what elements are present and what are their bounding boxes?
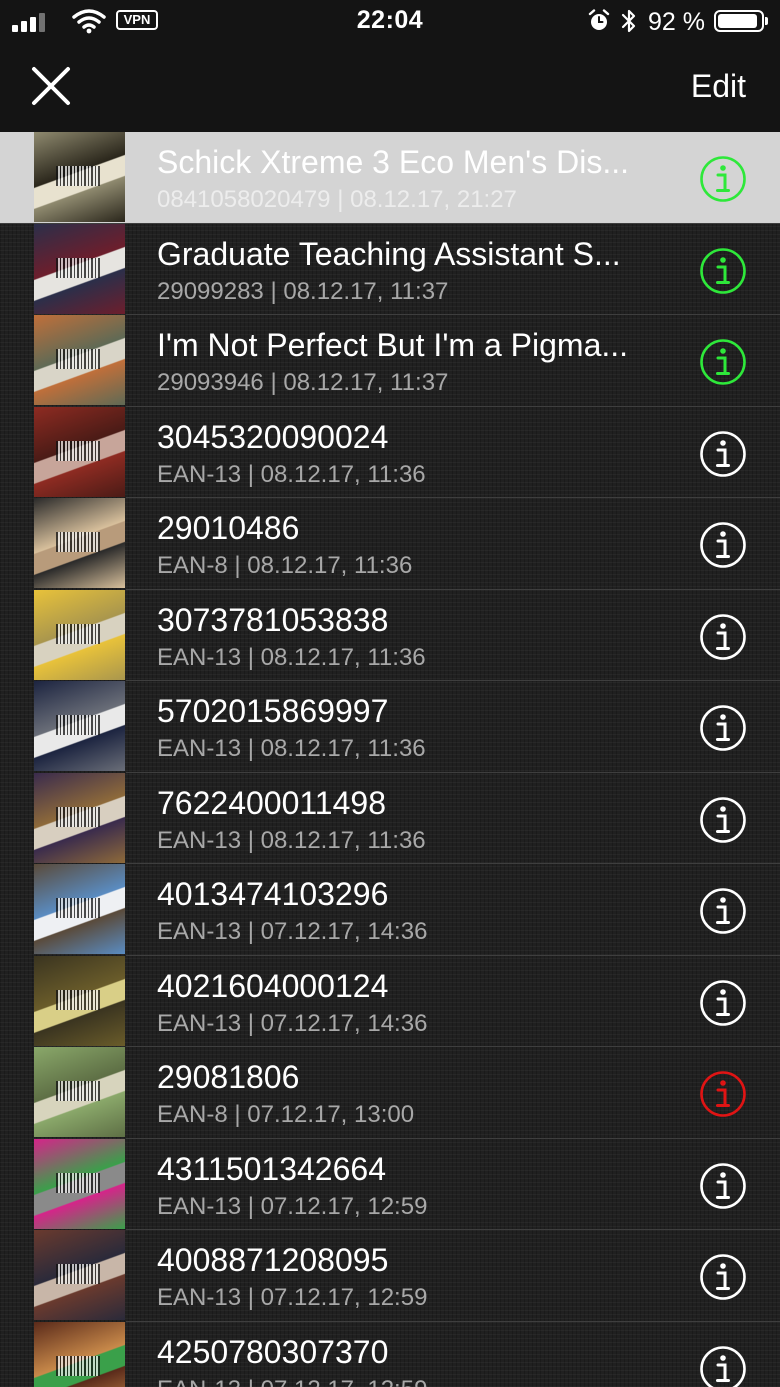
info-icon[interactable] <box>699 247 747 295</box>
item-title: 3045320090024 <box>157 418 389 455</box>
item-title: 4311501342664 <box>157 1150 386 1187</box>
status-bar: VPN 22:04 92 % <box>0 0 780 42</box>
list-item[interactable]: 4311501342664 EAN-13 | 07.12.17, 12:59 <box>0 1138 780 1230</box>
product-thumbnail <box>34 955 125 1046</box>
product-thumbnail <box>34 864 125 954</box>
item-subtitle: 0841058020479 | 08.12.17, 21:27 <box>157 186 517 213</box>
info-icon[interactable] <box>699 155 747 203</box>
barcode-image <box>56 1264 100 1284</box>
product-thumbnail <box>34 406 125 497</box>
barcode-image <box>56 1355 100 1376</box>
item-title: 4021604000124 <box>157 967 389 1004</box>
barcode-image <box>56 715 100 735</box>
item-subtitle: EAN-13 | 07.12.17, 12:59 <box>157 1192 428 1220</box>
item-subtitle: EAN-13 | 07.12.17, 12:59 <box>157 1376 427 1387</box>
navigation-bar: Edit <box>0 42 780 132</box>
info-icon[interactable] <box>699 1253 747 1301</box>
barcode-image <box>56 989 100 1010</box>
barcode-image <box>56 623 100 644</box>
item-title: 29081806 <box>157 1059 300 1095</box>
product-thumbnail <box>34 1047 125 1137</box>
item-title: Schick Xtreme 3 Eco Men's Dis... <box>157 144 630 180</box>
barcode-image <box>56 898 100 918</box>
battery-icon <box>714 10 768 32</box>
list-item[interactable]: 5702015869997 EAN-13 | 08.12.17, 11:36 <box>0 681 780 773</box>
item-title: I'm Not Perfect But I'm a Pigma... <box>157 327 629 363</box>
info-icon[interactable] <box>699 796 747 844</box>
product-thumbnail <box>34 772 125 863</box>
scan-history-list[interactable]: Schick Xtreme 3 Eco Men's Dis... 08410580… <box>0 132 780 1387</box>
list-item[interactable]: 29010486 EAN-8 | 08.12.17, 11:36 <box>0 498 780 590</box>
alarm-icon <box>588 9 610 30</box>
item-subtitle: EAN-13 | 08.12.17, 11:36 <box>157 735 426 762</box>
item-title: 3073781053838 <box>157 601 389 638</box>
list-item[interactable]: 29081806 EAN-8 | 07.12.17, 13:00 <box>0 1047 780 1139</box>
item-subtitle: EAN-13 | 07.12.17, 14:36 <box>157 918 428 945</box>
list-item[interactable]: 3073781053838 EAN-13 | 08.12.17, 11:36 <box>0 589 780 681</box>
item-subtitle: EAN-8 | 07.12.17, 13:00 <box>157 1101 415 1128</box>
list-item[interactable]: 7622400011498 EAN-13 | 08.12.17, 11:36 <box>0 772 780 864</box>
info-icon[interactable] <box>699 521 747 569</box>
list-item[interactable]: 3045320090024 EAN-13 | 08.12.17, 11:36 <box>0 406 780 498</box>
item-title: 4008871208095 <box>157 1242 389 1278</box>
product-thumbnail <box>34 498 125 588</box>
info-icon[interactable] <box>699 430 747 478</box>
product-thumbnail <box>34 589 125 680</box>
list-item[interactable]: Schick Xtreme 3 Eco Men's Dis... 08410580… <box>0 132 780 224</box>
barcode-image <box>56 349 100 369</box>
item-title: Graduate Teaching Assistant S... <box>157 235 621 272</box>
item-title: 29010486 <box>157 510 300 546</box>
barcode-image <box>56 1081 100 1101</box>
product-thumbnail <box>34 1230 125 1320</box>
info-icon[interactable] <box>699 704 747 752</box>
item-title: 4013474103296 <box>157 876 389 912</box>
info-icon[interactable] <box>699 1345 747 1387</box>
info-icon[interactable] <box>699 979 747 1027</box>
item-title: 7622400011498 <box>157 784 386 821</box>
item-subtitle: EAN-13 | 08.12.17, 11:36 <box>157 826 426 854</box>
barcode-image <box>56 806 100 827</box>
product-thumbnail <box>34 132 125 222</box>
item-title: 5702015869997 <box>157 693 389 729</box>
item-subtitle: EAN-13 | 08.12.17, 11:36 <box>157 643 426 671</box>
info-icon[interactable] <box>699 1070 747 1118</box>
item-subtitle: EAN-8 | 08.12.17, 11:36 <box>157 552 413 579</box>
item-subtitle: EAN-13 | 07.12.17, 14:36 <box>157 1009 428 1037</box>
barcode-image <box>56 532 100 552</box>
product-thumbnail <box>34 1138 125 1229</box>
list-item[interactable]: 4021604000124 EAN-13 | 07.12.17, 14:36 <box>0 955 780 1047</box>
item-subtitle: EAN-13 | 08.12.17, 11:36 <box>157 460 426 488</box>
product-thumbnail <box>34 223 125 314</box>
list-item[interactable]: 4013474103296 EAN-13 | 07.12.17, 14:36 <box>0 864 780 956</box>
product-thumbnail <box>34 315 125 405</box>
list-item[interactable]: 4250780307370 EAN-13 | 07.12.17, 12:59 <box>0 1321 780 1387</box>
list-item[interactable]: I'm Not Perfect But I'm a Pigma... 290939… <box>0 315 780 407</box>
close-icon[interactable] <box>26 64 76 110</box>
list-item[interactable]: 4008871208095 EAN-13 | 07.12.17, 12:59 <box>0 1230 780 1322</box>
info-icon[interactable] <box>699 613 747 661</box>
info-icon[interactable] <box>699 1162 747 1210</box>
barcode-image <box>56 166 100 186</box>
product-thumbnail <box>34 681 125 771</box>
item-subtitle: EAN-13 | 07.12.17, 12:59 <box>157 1284 428 1311</box>
item-subtitle: 29099283 | 08.12.17, 11:37 <box>157 277 449 305</box>
barcode-image <box>56 440 100 461</box>
info-icon[interactable] <box>699 338 747 386</box>
barcode-image <box>56 1172 100 1193</box>
item-subtitle: 29093946 | 08.12.17, 11:37 <box>157 369 449 396</box>
barcode-image <box>56 257 100 278</box>
product-thumbnail <box>34 1321 125 1387</box>
item-title: 4250780307370 <box>157 1333 389 1370</box>
info-icon[interactable] <box>699 887 747 935</box>
list-item[interactable]: Graduate Teaching Assistant S... 29099283… <box>0 223 780 315</box>
edit-button[interactable]: Edit <box>691 68 746 105</box>
battery-percent: 92 % <box>648 8 705 36</box>
bluetooth-icon <box>621 9 636 33</box>
